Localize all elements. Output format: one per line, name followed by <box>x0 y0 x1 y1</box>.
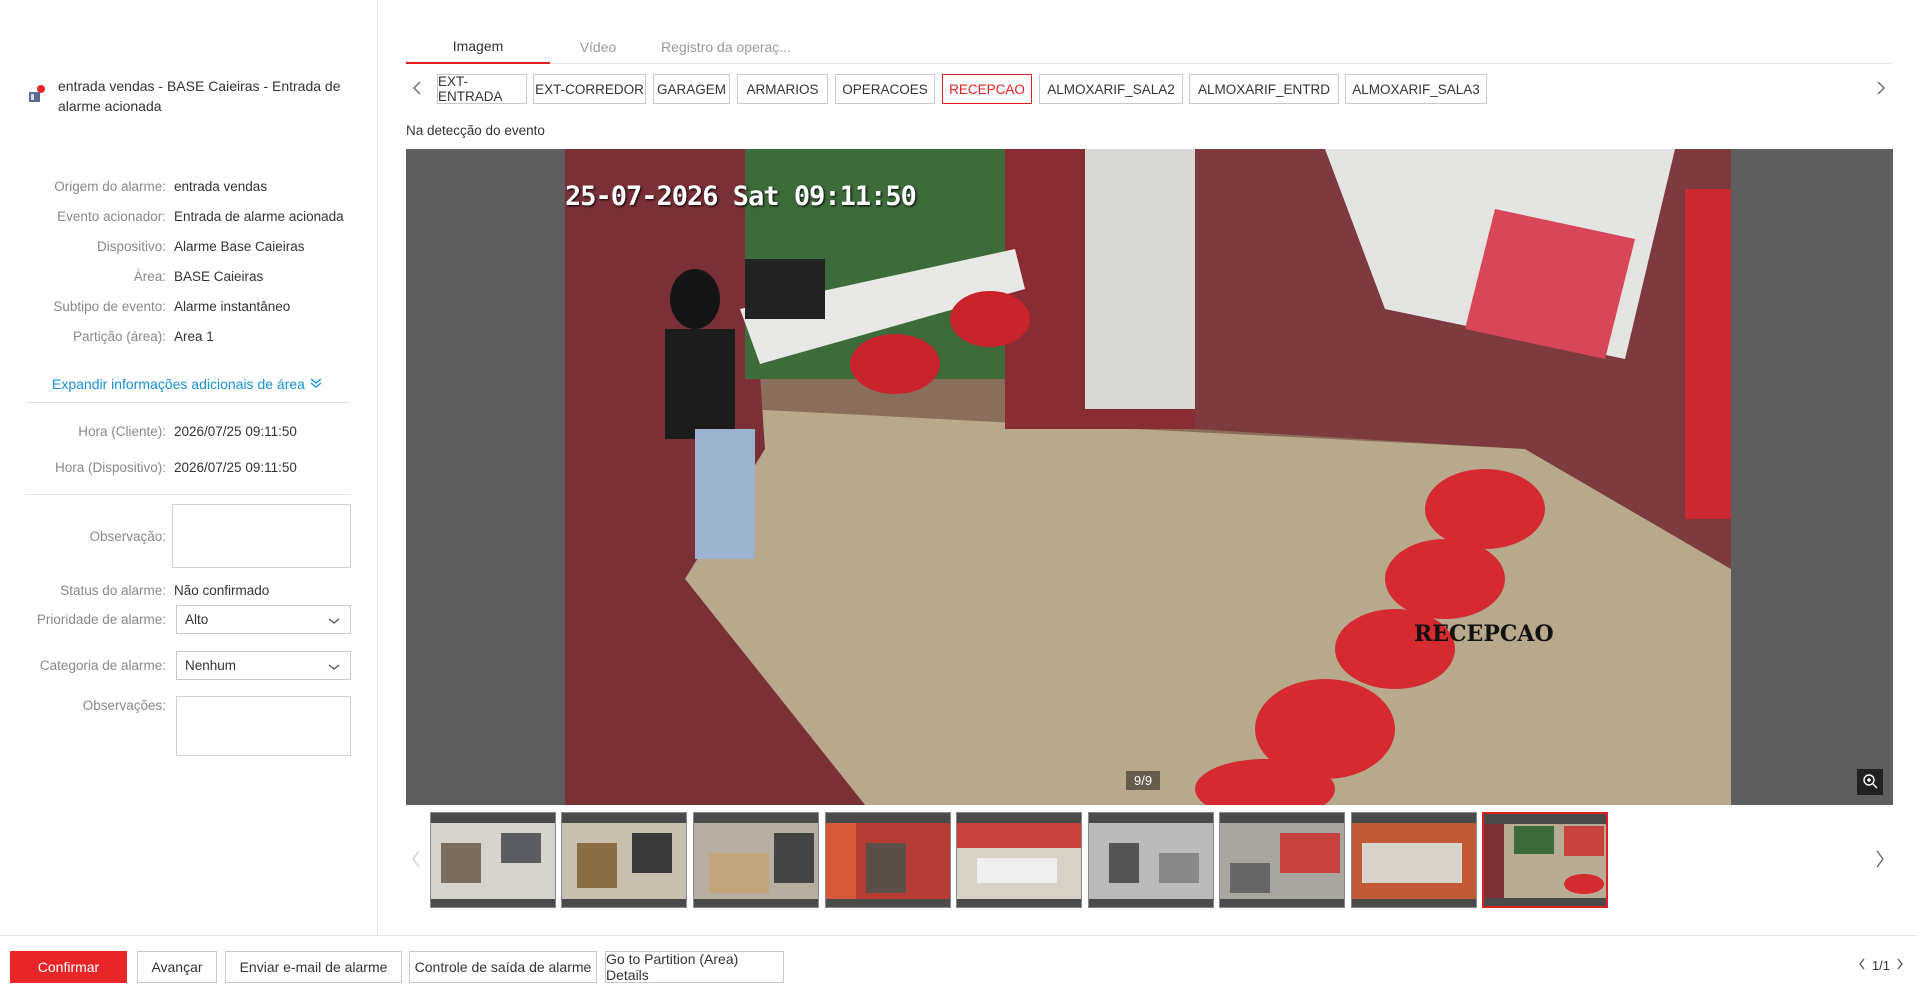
thumbnail-item[interactable] <box>1088 812 1214 908</box>
zoom-in-button[interactable] <box>1857 769 1883 795</box>
thumbnail-item[interactable] <box>561 812 687 908</box>
camera-name-overlay: RECEPCAO <box>1414 621 1554 647</box>
thumbnail-item[interactable] <box>825 812 951 908</box>
status-value: Não confirmado <box>174 582 270 598</box>
chevron-down-icon <box>328 614 340 629</box>
detail-value: Alarme Base Caieiras <box>174 238 305 254</box>
time-device-label: Hora (Dispositivo): <box>54 459 166 475</box>
detail-row-trigger-event: Evento acionador: Entrada de alarme acio… <box>0 206 378 226</box>
tab-image[interactable]: Imagem <box>406 30 550 64</box>
thumbnail-item-active[interactable] <box>1482 812 1608 908</box>
camera-tab-operacoes[interactable]: OPERACOES <box>835 74 935 104</box>
detail-row-origin: Origem do alarme: entrada vendas <box>0 176 378 196</box>
time-client-label: Hora (Cliente): <box>78 423 166 439</box>
priority-label: Prioridade de alarme: <box>36 612 166 627</box>
remarks-label: Observações: <box>82 698 166 713</box>
send-alarm-email-button[interactable]: Enviar e-mail de alarme <box>225 951 402 983</box>
camera-tab-armarios[interactable]: ARMARIOS <box>737 74 828 104</box>
detail-label: Partição (área): <box>72 328 166 344</box>
pager-text: 1/1 <box>1871 958 1890 973</box>
camera-tab-almoxarif-sala2[interactable]: ALMOXARIF_SALA2 <box>1039 74 1183 104</box>
pager-prev-button[interactable] <box>1858 958 1866 973</box>
time-device-row: Hora (Dispositivo): 2026/07/25 09:11:50 <box>0 457 378 477</box>
detail-value: Alarme instantâneo <box>174 298 291 314</box>
video-timestamp-overlay: 25-07-2026 Sat 09:11:50 <box>565 181 917 212</box>
chevron-right-icon <box>1875 850 1885 871</box>
partition-details-button[interactable]: Go to Partition (Area) Details <box>605 951 784 983</box>
expand-area-info-link[interactable]: Expandir informações adicionais de área <box>52 376 322 392</box>
thumbnail-strip <box>406 812 1892 908</box>
camera-prev-button[interactable] <box>406 74 428 104</box>
expand-area-info-label: Expandir informações adicionais de área <box>52 376 305 392</box>
category-select[interactable]: Nenhum <box>176 651 351 680</box>
thumbnail-prev-button[interactable] <box>406 842 426 878</box>
detail-label: Dispositivo: <box>96 238 166 254</box>
thumbnail-item[interactable] <box>430 812 556 908</box>
thumbnail-item[interactable] <box>693 812 819 908</box>
detail-value: Entrada de alarme acionada <box>174 208 344 224</box>
priority-select[interactable]: Alto <box>176 605 351 634</box>
detail-row-event-subtype: Subtipo de evento: Alarme instantâneo <box>0 296 378 316</box>
double-chevron-down-icon <box>310 376 322 392</box>
camera-snapshot: 25-07-2026 Sat 09:11:50 RECEPCAO <box>565 149 1731 805</box>
view-tabs: Imagem Vídeo Registro da operaç... <box>406 30 1892 64</box>
alarm-output-control-button[interactable]: Controle de saída de alarme <box>409 951 597 983</box>
time-client-row: Hora (Cliente): 2026/07/25 09:11:50 <box>0 421 378 441</box>
thumbnail-next-button[interactable] <box>1870 842 1890 878</box>
chevron-right-icon <box>1876 81 1886 98</box>
advance-button[interactable]: Avançar <box>137 951 217 983</box>
chevron-down-icon <box>328 660 340 675</box>
status-row: Status do alarme: Não confirmado <box>0 580 378 600</box>
detail-value: Area 1 <box>174 328 214 344</box>
observation-label: Observação: <box>89 529 166 544</box>
detail-row-area: Área: BASE Caieiras <box>0 266 378 286</box>
zoom-in-icon <box>1862 773 1878 792</box>
thumbnail-item[interactable] <box>956 812 1082 908</box>
category-label: Categoria de alarme: <box>39 658 166 673</box>
thumbnail-item[interactable] <box>1351 812 1477 908</box>
detail-value: BASE Caieiras <box>174 268 264 284</box>
time-client-value: 2026/07/25 09:11:50 <box>174 423 297 439</box>
detail-label: Subtipo de evento: <box>53 298 166 314</box>
snapshot-scene <box>565 149 1731 805</box>
camera-tab-recepcao[interactable]: RECEPCAO <box>942 74 1032 104</box>
detail-row-partition: Partição (área): Area 1 <box>0 326 378 346</box>
tab-video[interactable]: Vídeo <box>550 30 646 64</box>
remarks-field[interactable] <box>176 696 351 756</box>
alarm-device-icon <box>26 84 46 104</box>
alarm-title: entrada vendas - BASE Caieiras - Entrada… <box>58 78 341 114</box>
priority-value: Alto <box>185 612 209 627</box>
alarm-header: entrada vendas - BASE Caieiras - Entrada… <box>26 76 346 116</box>
action-footer: Confirmar Avançar Enviar e-mail de alarm… <box>0 935 1916 991</box>
divider <box>26 402 350 403</box>
detail-label: Evento acionador: <box>57 208 166 224</box>
detail-label: Origem do alarme: <box>54 178 166 194</box>
chevron-left-icon <box>411 850 421 871</box>
alarm-details-panel: entrada vendas - BASE Caieiras - Entrada… <box>0 0 378 935</box>
image-viewer: 25-07-2026 Sat 09:11:50 RECEPCAO 9/9 <box>406 149 1893 805</box>
divider <box>26 494 350 495</box>
pager: 1/1 <box>1858 958 1904 973</box>
tab-operation-log[interactable]: Registro da operaç... <box>646 30 806 64</box>
observation-field[interactable] <box>172 504 351 568</box>
detail-row-device: Dispositivo: Alarme Base Caieiras <box>0 236 378 256</box>
camera-next-button[interactable] <box>1870 74 1892 104</box>
status-label: Status do alarme: <box>60 582 166 598</box>
detail-label: Área: <box>133 268 166 284</box>
chevron-left-icon <box>412 81 422 98</box>
thumbnail-item[interactable] <box>1219 812 1345 908</box>
camera-tab-almoxarif-entrd[interactable]: ALMOXARIF_ENTRD <box>1189 74 1339 104</box>
camera-tab-ext-entrada[interactable]: EXT-ENTRADA <box>437 74 527 104</box>
camera-tab-ext-corredor[interactable]: EXT-CORREDOR <box>533 74 646 104</box>
pager-next-button[interactable] <box>1896 958 1904 973</box>
time-device-value: 2026/07/25 09:11:50 <box>174 459 297 475</box>
confirm-button[interactable]: Confirmar <box>10 951 127 983</box>
category-value: Nenhum <box>185 658 237 673</box>
camera-selector-bar: EXT-ENTRADA EXT-CORREDOR GARAGEM ARMARIO… <box>406 74 1892 104</box>
camera-tab-garagem[interactable]: GARAGEM <box>653 74 730 104</box>
camera-tab-almoxarif-sala3[interactable]: ALMOXARIF_SALA3 <box>1345 74 1487 104</box>
event-caption: Na detecção do evento <box>406 123 545 138</box>
image-counter: 9/9 <box>1126 771 1161 790</box>
detail-value: entrada vendas <box>174 178 268 194</box>
